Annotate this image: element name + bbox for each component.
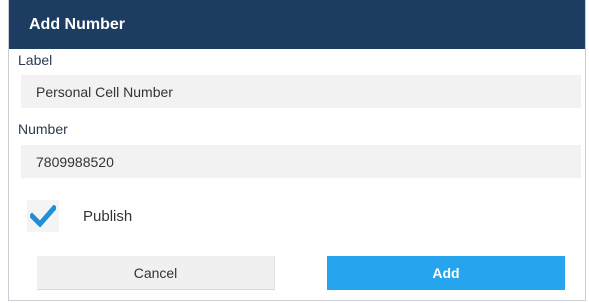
label-field-label: Label [18, 52, 53, 68]
number-input[interactable] [21, 145, 581, 178]
dialog-titlebar: Add Number [9, 0, 585, 49]
dialog-title: Add Number [29, 15, 125, 33]
publish-label: Publish [83, 207, 133, 225]
label-input[interactable] [21, 75, 581, 108]
publish-row: Publish [27, 200, 132, 232]
publish-checkbox[interactable] [27, 200, 59, 232]
checkmark-icon [30, 205, 56, 227]
number-field-label: Number [18, 121, 68, 137]
cancel-button[interactable]: Cancel [37, 256, 275, 290]
add-number-dialog: Add Number Label Number Publish Cancel A… [8, 0, 586, 301]
add-button[interactable]: Add [327, 256, 565, 290]
